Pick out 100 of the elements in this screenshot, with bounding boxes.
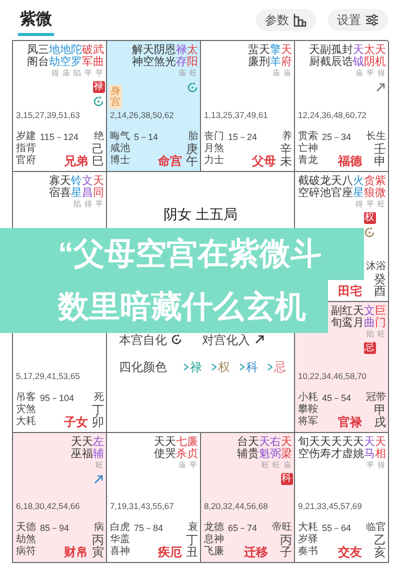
palace-name[interactable]: 子女 (64, 416, 92, 428)
star-name: 天空 (143, 44, 154, 68)
heavenly-stem: 己 (92, 142, 104, 154)
officer-label: 劫煞 (16, 534, 36, 546)
star-name: 八座 (342, 174, 353, 199)
star-name: 天魁 (259, 436, 270, 460)
palace-name[interactable]: 兄弟 (64, 154, 92, 166)
officer-label: 吊客 (16, 392, 36, 404)
decade-range: 15－24 (227, 130, 258, 142)
transform-color-label: 权 (218, 358, 230, 376)
palace-name[interactable]: 迁移 (244, 546, 272, 558)
star-name: 龙池 (320, 174, 331, 199)
earthly-branch: 酉 (373, 285, 386, 297)
transform-tag: 忌 (364, 342, 376, 354)
palace-name[interactable]: 田宅 (338, 285, 366, 297)
sliders-icon (365, 12, 379, 27)
officer-label: 指背 (16, 142, 36, 154)
star-name: 天虚 (342, 436, 353, 460)
palace-name[interactable]: 官禄 (338, 416, 366, 428)
palace-name[interactable]: 福德 (338, 154, 366, 166)
chevron-icon (267, 362, 273, 370)
legend-label: 对宫化入 (202, 332, 250, 348)
age-numbers: 7,19,31,43,55,67 (110, 502, 175, 512)
palace-name[interactable]: 疾厄 (158, 546, 186, 558)
decade-range: 115－124 (39, 130, 80, 142)
palace-name[interactable]: 命宫 (158, 154, 186, 166)
heavenly-stem: 壬 (373, 142, 386, 154)
star-name: 解神 (132, 44, 143, 68)
star-name: 天同 (93, 174, 104, 199)
earthly-branch: 寅 (92, 546, 104, 558)
life-stage: 沐浴 (366, 261, 386, 273)
age-numbers: 1,13,25,37,49,61 (204, 110, 269, 120)
officer-label: 华盖 (110, 534, 130, 546)
star-name: 台辅 (237, 436, 248, 460)
star-name: 天巫 (71, 436, 82, 460)
officer-label: 晦气 (110, 130, 130, 142)
officer-label: 月煞 (204, 142, 224, 154)
heavenly-stem: 丁 (92, 404, 104, 416)
life-stage: 绝 (93, 130, 104, 142)
star-name: 天月 (353, 305, 364, 330)
earthly-branch: 午 (186, 154, 198, 166)
age-numbers: 12,24,36,48,60,72 (298, 110, 368, 120)
transform-tag: 禄 (92, 81, 104, 94)
star-name: 蜚廉 (248, 44, 259, 68)
decade-range: 65－74 (227, 522, 258, 534)
life-stage: 临官 (366, 522, 386, 534)
palace-name[interactable]: 父母 (252, 154, 280, 166)
decade-range: 95－104 (39, 392, 76, 404)
header-button[interactable]: 参数 (256, 8, 316, 32)
star-name: 天贵 (248, 436, 259, 460)
palace-name[interactable]: 交友 (338, 546, 366, 558)
star-name: 七杀 (176, 436, 187, 460)
header-button[interactable]: 设置 (328, 8, 388, 32)
star-name: 太阴 (364, 44, 375, 68)
earthly-branch: 申 (373, 154, 386, 166)
officer-label: 龙德 (204, 522, 224, 534)
transform-color-label: 科 (246, 358, 258, 376)
chevron-icon (211, 362, 217, 370)
star-name: 副旬 (331, 305, 342, 330)
diagonal-arrow-icon (254, 334, 265, 345)
legend-label: 本宫自化 (119, 332, 167, 348)
decade-range: 25－34 (321, 130, 352, 142)
star-name: 天刑 (259, 44, 270, 68)
age-numbers: 8,20,32,44,56,68 (204, 502, 269, 512)
star-name: 恩光 (165, 44, 176, 68)
chevron-icon (239, 362, 245, 370)
transform-tag: 科 (280, 472, 292, 485)
officer-label: 攀鞍 (298, 404, 318, 416)
decade-range: 45－54 (321, 392, 352, 404)
heavenly-stem: 丁 (186, 534, 198, 546)
star-name: 天相 (375, 436, 386, 460)
star-name: 天福 (82, 436, 93, 460)
star-name: 贪狼 (364, 174, 375, 199)
star-name: 巨门 (375, 305, 386, 330)
age-numbers: 10,22,34,46,58,70 (298, 372, 368, 382)
star-name: 三台 (38, 44, 49, 68)
tab[interactable]: 紫微 (18, 4, 54, 36)
officer-label: 白虎 (110, 522, 130, 534)
star-name: 截空 (298, 174, 309, 199)
officer-label: 亡神 (298, 142, 318, 154)
transform-color-label: 禄 (190, 358, 202, 376)
star-name: 破碎 (309, 174, 320, 199)
life-stage: 帝旺 (272, 522, 292, 534)
legend-label: 四化颜色 (119, 358, 167, 376)
transform-tag: 权 (364, 212, 376, 224)
star-name: 阴煞 (154, 44, 165, 68)
star-name: 红鸾 (342, 305, 353, 330)
officer-label: 丧门 (204, 130, 224, 142)
star-name: 紫微 (375, 174, 386, 199)
life-stage: 长生 (366, 130, 386, 142)
decade-range: 75－84 (133, 522, 164, 534)
officer-label: 咸池 (110, 142, 130, 154)
age-numbers: 5,17,29,41,53,65 (16, 372, 81, 382)
officer-label: 大耗 (298, 522, 318, 534)
star-name: 天马 (364, 436, 375, 460)
heavenly-stem: 乙 (373, 534, 386, 546)
officer-label: 奏书 (298, 546, 318, 558)
star-name: 天才 (331, 436, 342, 460)
star-name: 火星 (353, 174, 364, 199)
palace-name[interactable]: 财帛 (64, 546, 92, 558)
